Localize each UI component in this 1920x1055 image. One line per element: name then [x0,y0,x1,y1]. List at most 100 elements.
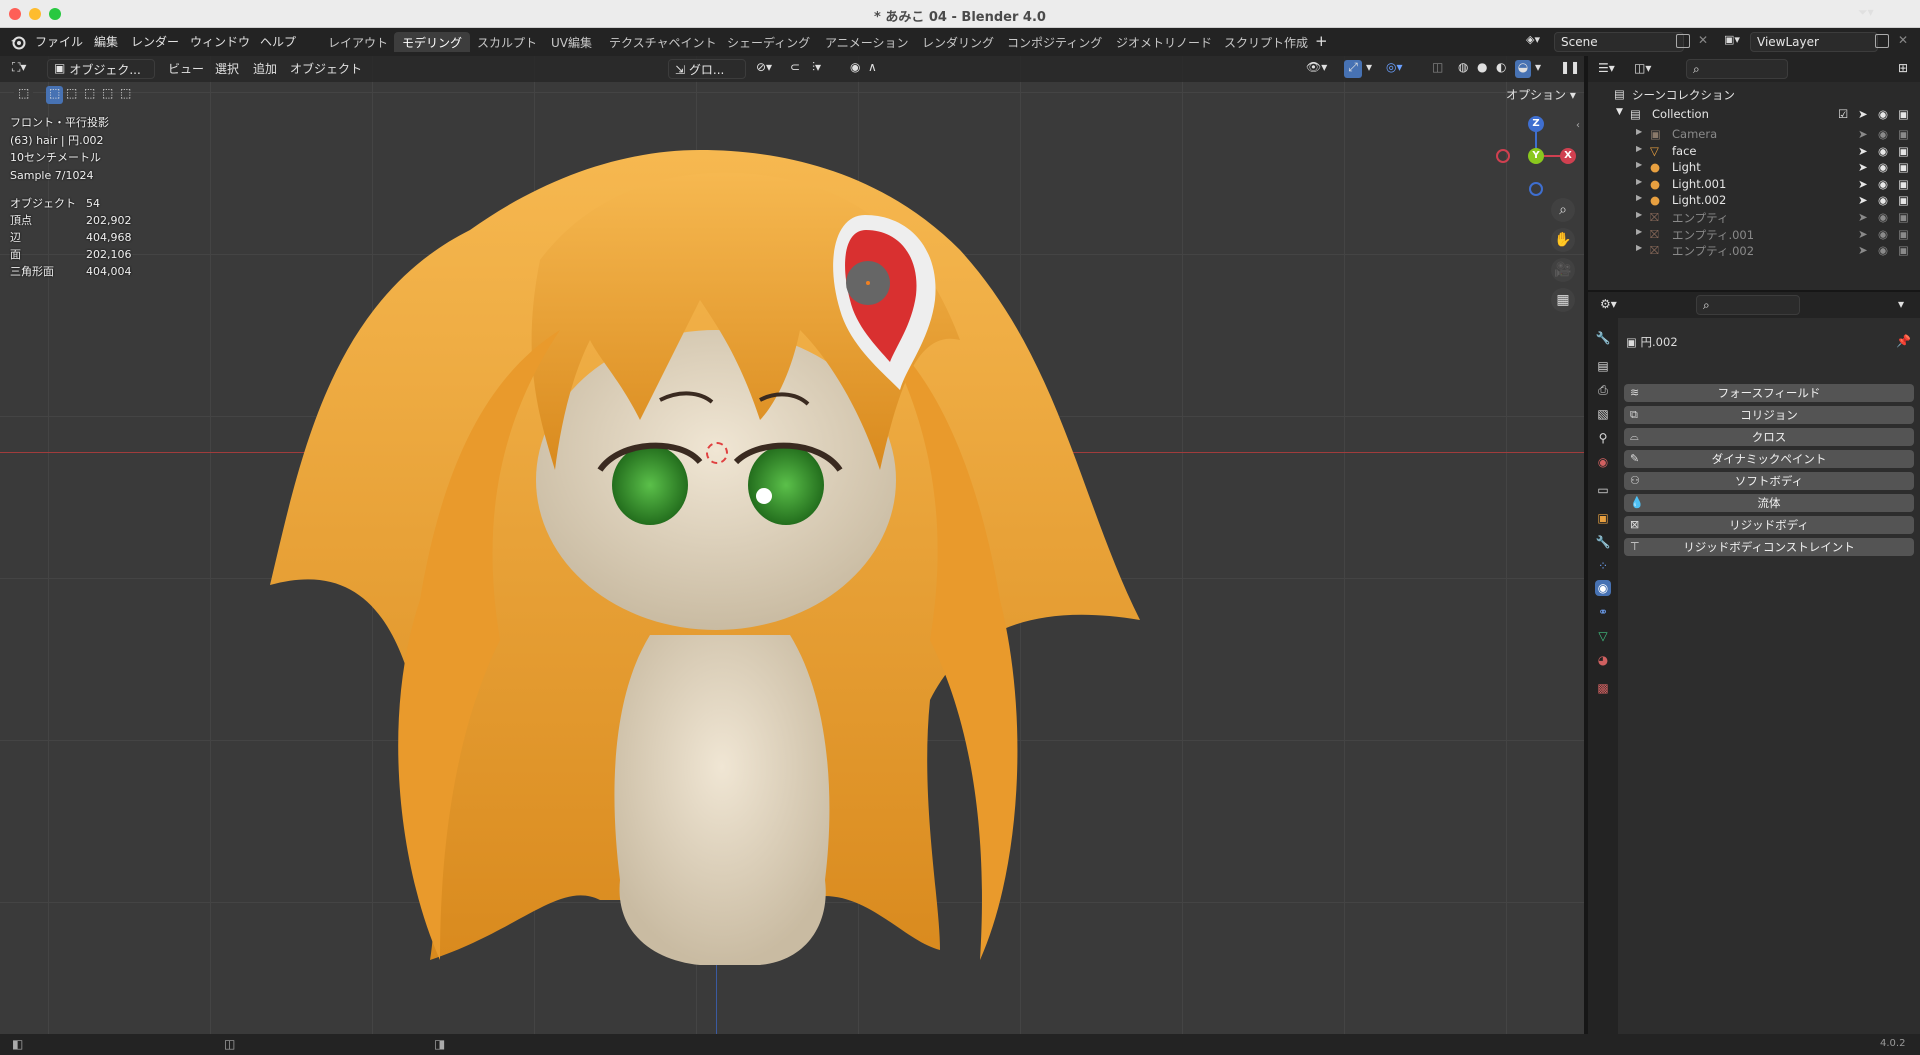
camera-render-icon[interactable]: ▣ [1898,210,1909,224]
tab-texture-paint[interactable]: テクスチャペイント [601,32,725,52]
physics-tab-icon[interactable]: ◉ [1595,580,1611,596]
view-layer-field[interactable]: ViewLayer [1750,32,1878,52]
expand-arrow-icon[interactable]: ▶ [1636,210,1642,219]
shading-menu-icon[interactable]: ▾ [1535,60,1541,78]
rendered-shading-icon[interactable]: ◒ [1515,60,1531,78]
collection-tab-icon[interactable]: ▭ [1595,482,1611,498]
selectable-icon[interactable]: ➤ [1858,144,1868,158]
menu-window[interactable]: ウィンドウ [190,33,250,50]
render-tab-icon[interactable]: ▤ [1595,358,1611,374]
camera-render-icon[interactable]: ▣ [1898,107,1909,121]
tab-layout[interactable]: レイアウト [320,32,396,52]
camera-render-icon[interactable]: ▣ [1898,227,1909,241]
select-intersect-icon[interactable]: ⬚ [120,86,131,104]
eye-icon[interactable]: ◉ [1878,210,1888,224]
tab-rendering[interactable]: レンダリング [914,32,1002,52]
delete-scene-icon[interactable]: ✕ [1698,33,1708,47]
eye-icon[interactable]: ◉ [1878,160,1888,174]
character-model[interactable] [0,56,1584,1034]
filter-icon[interactable]: ⏷▾ [1858,5,1874,23]
menu-edit[interactable]: 編集 [94,33,118,50]
tab-modeling[interactable]: モデリング [394,32,471,52]
properties-editor-type-icon[interactable]: ⚙▾ [1600,297,1617,315]
outliner-editor-type-icon[interactable]: ☰▾ [1598,61,1615,79]
tab-uv-editing[interactable]: UV編集 [543,32,600,52]
expand-arrow-icon[interactable]: ▶ [1636,243,1642,252]
overlays-icon[interactable]: ◎▾ [1386,60,1403,78]
camera-render-icon[interactable]: ▣ [1898,193,1909,207]
xray-icon[interactable]: ◫ [1432,60,1443,78]
eye-icon[interactable]: ◉ [1878,193,1888,207]
gizmo-z-axis[interactable]: Z [1528,116,1544,132]
gizmo-menu-icon[interactable]: ▾ [1366,60,1372,78]
eye-icon[interactable]: ◉ [1878,107,1888,121]
camera-view-icon[interactable]: 🎥 [1551,258,1575,282]
tab-sculpt[interactable]: スカルプト [469,32,545,52]
camera-render-icon[interactable]: ▣ [1898,160,1909,174]
blender-logo-icon[interactable] [10,34,26,50]
eye-icon[interactable]: ◉ [1878,243,1888,257]
outliner-search-input[interactable]: ⌕ [1686,59,1788,79]
material-tab-icon[interactable]: ◕ [1595,652,1611,668]
outliner-item[interactable]: ▶ ⛝ エンプティ.002 ➤ ◉ ▣ [1588,240,1920,260]
physics-button[interactable]: ≋ フォースフィールド [1624,384,1914,402]
solid-shading-icon[interactable]: ● [1477,60,1487,78]
view-layer-icon[interactable]: ▣▾ [1724,33,1748,51]
expand-arrow-icon[interactable]: ▶ [1636,144,1642,153]
new-scene-icon[interactable] [1676,34,1690,48]
scene-selector-icon[interactable]: ◈▾ [1526,33,1550,51]
selectable-icon[interactable]: ➤ [1858,243,1868,257]
gizmo-x-axis[interactable]: X [1560,148,1576,164]
outliner-scene-collection[interactable]: ▤ シーンコレクション [1588,84,1920,104]
selectable-icon[interactable]: ➤ [1858,227,1868,241]
collapse-sidebar-icon[interactable]: ‹ [1576,120,1580,131]
snap-settings-icon[interactable]: ⫶▾ [812,60,821,78]
menu-select[interactable]: 選択 [215,60,239,78]
camera-render-icon[interactable]: ▣ [1898,243,1909,257]
particles-tab-icon[interactable]: ⁘ [1595,558,1611,574]
mode-selector[interactable]: ▣ オブジェク... [47,59,155,79]
editor-type-icon[interactable]: ⛶▾ [12,60,26,78]
eye-icon[interactable]: ◉ [1878,177,1888,191]
physics-button[interactable]: ⊤ リジッドボディコンストレイント [1624,538,1914,556]
selectable-icon[interactable]: ➤ [1858,210,1868,224]
physics-button[interactable]: ⊠ リジッドボディ [1624,516,1914,534]
gizmo-neg-z-axis[interactable] [1529,182,1543,196]
tab-shading[interactable]: シェーディング [719,32,818,52]
camera-render-icon[interactable]: ▣ [1898,177,1909,191]
menu-object[interactable]: オブジェクト [290,60,362,78]
pivot-point-icon[interactable]: ⊘▾ [756,60,772,78]
menu-help[interactable]: ヘルプ [260,33,296,50]
physics-button[interactable]: ⌓ クロス [1624,428,1914,446]
gizmo-y-axis[interactable]: Y [1528,148,1544,164]
scene-tab-icon[interactable]: ⚲ [1595,430,1611,446]
pin-icon[interactable]: 📌 [1896,334,1911,348]
view-layer-tab-icon[interactable]: ▧ [1595,406,1611,422]
tab-scripting[interactable]: スクリプト作成 [1216,32,1316,52]
properties-search-input[interactable]: ⌕ [1696,295,1800,315]
tab-animation[interactable]: アニメーション [817,32,917,52]
object-tab-icon[interactable]: ▣ [1595,510,1611,526]
physics-button[interactable]: 💧 流体 [1624,494,1914,512]
display-mode-icon[interactable]: ◫▾ [1634,61,1651,79]
navigation-gizmo[interactable]: Z X Y [1496,116,1576,196]
tab-geometry-nodes[interactable]: ジオメトリノード [1108,32,1220,52]
expand-arrow-icon[interactable]: ▶ [1636,193,1642,202]
eye-icon[interactable]: ◉ [1878,127,1888,141]
proportional-edit-icon[interactable]: ◉ [850,60,860,78]
3d-viewport[interactable]: ⛶▾ ▣ オブジェク... ビュー 選択 追加 オブジェクト ⇲ グロ... ⊘▾… [0,56,1584,1034]
physics-button[interactable]: ✎ ダイナミックペイント [1624,450,1914,468]
expand-arrow-icon[interactable]: ▶ [1636,177,1642,186]
pause-render-icon[interactable]: ❚❚ [1560,60,1580,78]
snap-icon[interactable]: ⊂ [790,60,800,78]
constraints-tab-icon[interactable]: ⚭ [1595,604,1611,620]
modifier-tab-icon[interactable]: 🔧 [1595,534,1611,550]
exclude-checkbox-icon[interactable]: ☑ [1838,107,1848,121]
toggle-perspective-icon[interactable]: ▦ [1551,288,1575,312]
select-invert-icon[interactable]: ⬚ [102,86,113,104]
new-collection-icon[interactable]: ⊞ [1898,61,1908,79]
selectable-icon[interactable]: ➤ [1858,177,1868,191]
select-tool-icon[interactable]: ⬚ [14,86,34,104]
gizmo-toggle-icon[interactable]: ⤢ [1344,60,1362,78]
scene-name-field[interactable]: Scene [1554,32,1684,52]
